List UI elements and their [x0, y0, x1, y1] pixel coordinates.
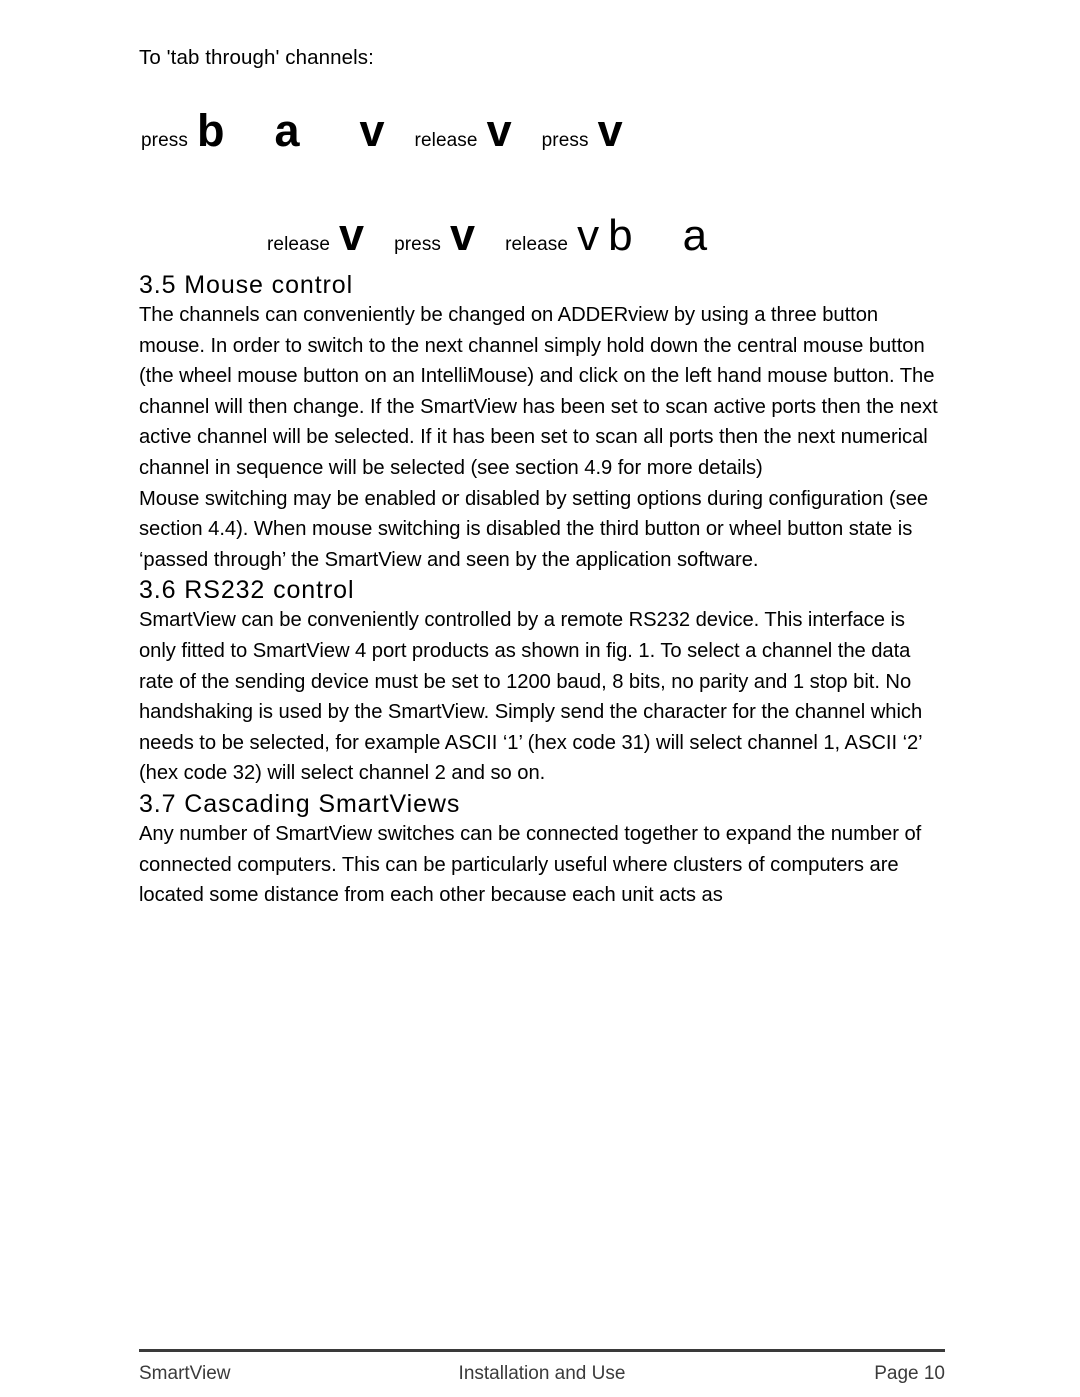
paragraph-3-6-1: SmartView can be conveniently controlled… — [139, 609, 923, 785]
footer-document-title: Installation and Use — [458, 1363, 626, 1384]
footer-page-number: Page 10 — [874, 1363, 945, 1384]
key-sequence-row-1: press b a v release v press v — [139, 108, 945, 166]
paragraph-3-7-1: Any number of SmartView switches can be … — [139, 822, 922, 907]
footer-divider — [139, 1349, 945, 1352]
key-action-press: press — [141, 130, 188, 151]
key-action-release-4: release — [505, 234, 569, 255]
key-sequence-row-2: release v press v release v b a — [139, 212, 945, 270]
keycap-v-5: v — [450, 209, 476, 260]
key-action-release-1: release — [414, 130, 478, 151]
intro-line: To 'tab through' channels: — [139, 46, 374, 69]
keycap-v-4: v — [339, 209, 365, 260]
keycap-a-2: a — [682, 211, 708, 260]
keycap-b-2: b — [608, 211, 633, 260]
keycap-v-2: v — [486, 105, 512, 156]
keycap-a: a — [274, 105, 300, 156]
heading-3-7-cascading-smartviews: 3.7 Cascading SmartViews — [139, 789, 461, 818]
paragraph-3-5-1: The channels can conveniently be changed… — [139, 304, 938, 479]
keycap-b: b — [196, 105, 225, 156]
document-page: To 'tab through' channels: press b a v r… — [0, 0, 1080, 1397]
keycap-v-1: v — [359, 105, 385, 156]
paragraph-3-5-2: Mouse switching may be enabled or disabl… — [139, 487, 929, 571]
footer-product-name: SmartView — [139, 1363, 231, 1384]
page-footer: SmartView Installation and Use Page 10 — [139, 1349, 945, 1387]
keycap-v-6: v — [577, 211, 600, 260]
key-action-press-2: press — [541, 130, 589, 151]
heading-3-6-rs232-control: 3.6 RS232 control — [139, 576, 355, 605]
page-content: To 'tab through' channels: press b a v r… — [139, 44, 945, 911]
key-action-release-3: release — [267, 234, 331, 255]
key-action-press-3: press — [394, 234, 442, 255]
heading-3-5-mouse-control: 3.5 Mouse control — [139, 271, 354, 299]
footer-row: SmartView Installation and Use Page 10 — [139, 1361, 945, 1387]
keycap-v-3: v — [597, 105, 623, 156]
key-sequence-diagram: press b a v release v press v release v — [139, 108, 945, 270]
